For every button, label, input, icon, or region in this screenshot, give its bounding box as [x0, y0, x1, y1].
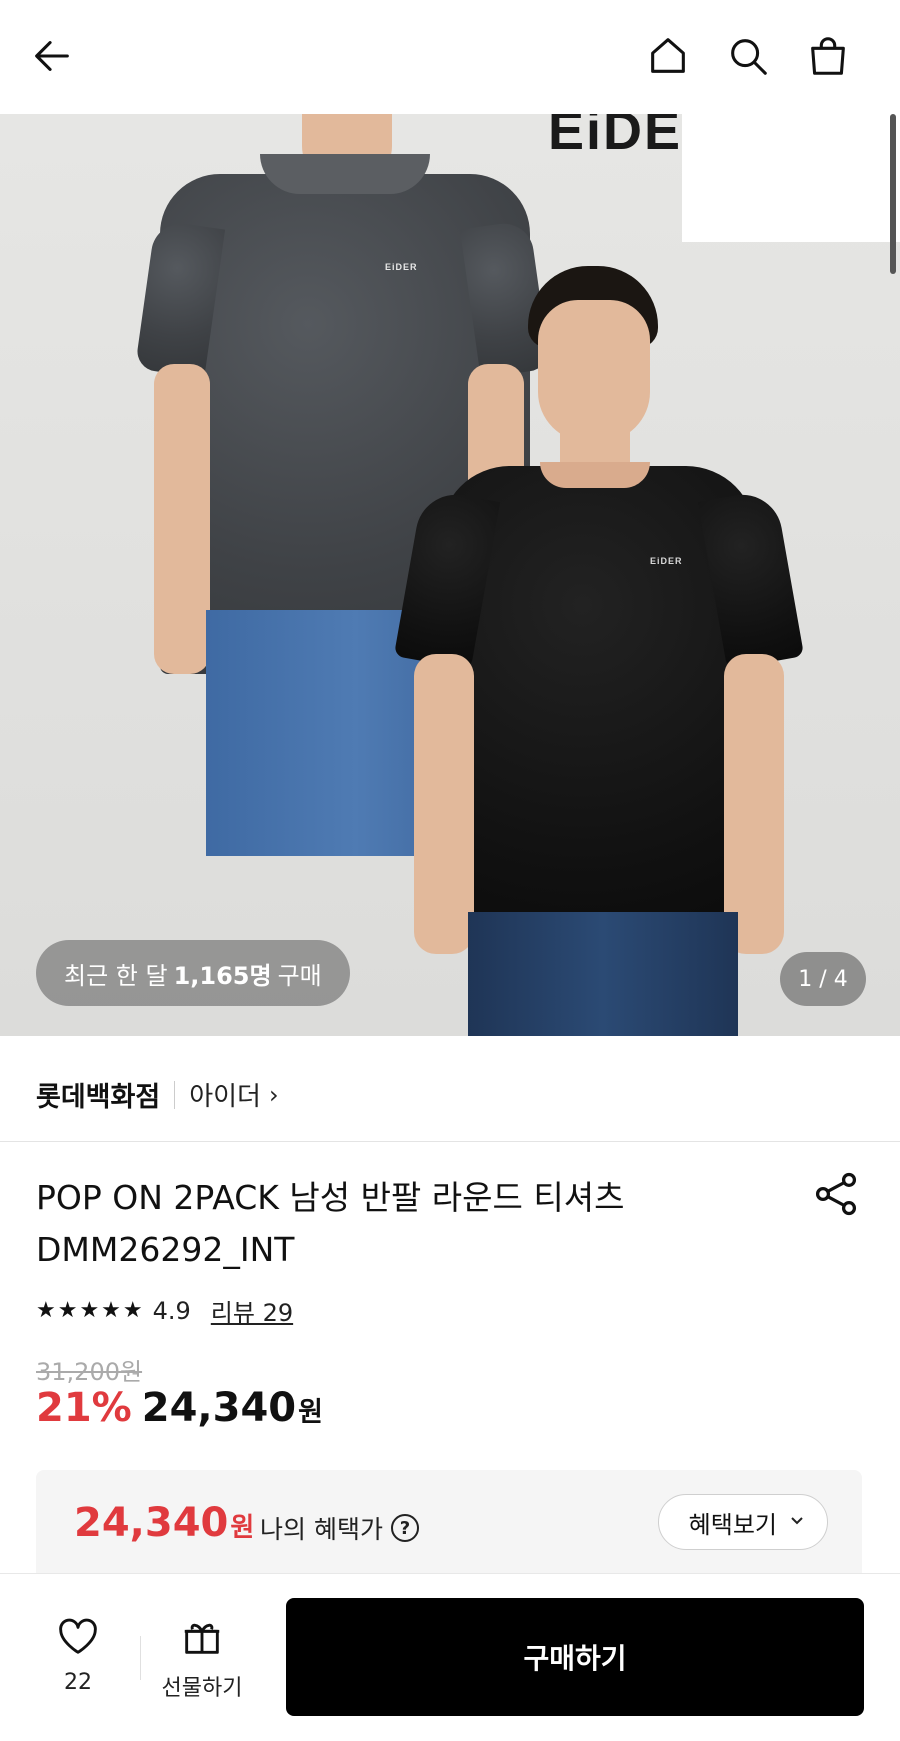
chevron-right-icon: ›: [268, 1080, 279, 1109]
currency-unit: 원: [298, 1397, 323, 1428]
review-link[interactable]: 리뷰 29: [211, 1293, 293, 1328]
shirt-brand-mark-2: EiDER: [650, 556, 683, 566]
divider: [174, 1080, 176, 1109]
buyers-suffix: 구매: [277, 961, 322, 990]
home-icon[interactable]: [642, 30, 694, 82]
heart-icon: [59, 1618, 97, 1654]
top-app-bar: [0, 0, 900, 114]
image-overlay-patch: [682, 114, 900, 242]
view-benefits-label: 혜택보기: [688, 1510, 777, 1539]
bottom-action-bar: 22 선물하기 구매하기: [0, 1573, 900, 1741]
product-title: POP ON 2PACK 남성 반팔 라운드 티셔츠 DMM26292_INT: [36, 1172, 776, 1276]
rating-value: 4.9: [152, 1296, 191, 1325]
star-rating-icon: ★★★★★: [36, 1298, 145, 1323]
brand-name: 아이더: [189, 1082, 261, 1112]
benefit-currency: 원: [230, 1513, 255, 1543]
sale-price: 24,340: [141, 1385, 297, 1431]
buyers-count: 1,165명: [173, 961, 272, 990]
image-page-counter: 1 / 4: [780, 952, 866, 1006]
product-title-line2: DMM26292_INT: [36, 1230, 295, 1269]
divider: [140, 1636, 141, 1680]
my-benefit-box: 24,340 원 나의 혜택가 ? 혜택보기: [36, 1470, 862, 1590]
share-icon[interactable]: [810, 1168, 862, 1220]
search-icon[interactable]: [722, 30, 774, 82]
back-arrow-icon[interactable]: [26, 30, 78, 82]
benefit-label-text: 나의 혜택가: [260, 1515, 383, 1544]
brand-link[interactable]: 아이더 ›: [189, 1076, 278, 1113]
wishlist-count: 22: [64, 1670, 92, 1695]
shopping-bag-icon[interactable]: [802, 30, 854, 82]
store-name[interactable]: 롯데백화점: [36, 1075, 160, 1114]
product-image-carousel[interactable]: EiDER EiDER EiDER 최근 한 달 1,165명 구매 1 / 4: [0, 114, 900, 1036]
discount-rate: 21%: [36, 1385, 132, 1431]
benefit-price: 24,340 원: [74, 1500, 254, 1546]
original-price: 31,200원: [36, 1358, 143, 1386]
gift-icon: [184, 1623, 220, 1654]
store-brand-row: 롯데백화점 아이더 ›: [0, 1048, 900, 1142]
gift-label: 선물하기: [161, 1676, 243, 1701]
chevron-down-icon: [789, 1512, 805, 1532]
buy-now-button[interactable]: 구매하기: [286, 1598, 864, 1716]
help-icon[interactable]: ?: [390, 1514, 419, 1542]
buyers-prefix: 최근 한 달: [64, 961, 168, 990]
gift-button[interactable]: 선물하기: [152, 1614, 252, 1702]
price-row: 21% 24,340 원: [36, 1385, 323, 1431]
benefit-label: 나의 혜택가 ?: [260, 1510, 419, 1546]
view-benefits-button[interactable]: 혜택보기: [657, 1494, 828, 1550]
product-title-line1: POP ON 2PACK 남성 반팔 라운드 티셔츠: [36, 1178, 625, 1217]
recent-buyers-badge: 최근 한 달 1,165명 구매: [36, 940, 350, 1006]
shirt-brand-mark: EiDER: [385, 262, 418, 272]
scrollbar[interactable]: [890, 114, 896, 274]
benefit-price-value: 24,340: [74, 1500, 229, 1546]
wishlist-button[interactable]: 22: [44, 1614, 112, 1695]
rating-row: ★★★★★ 4.9 리뷰 29: [36, 1293, 293, 1328]
